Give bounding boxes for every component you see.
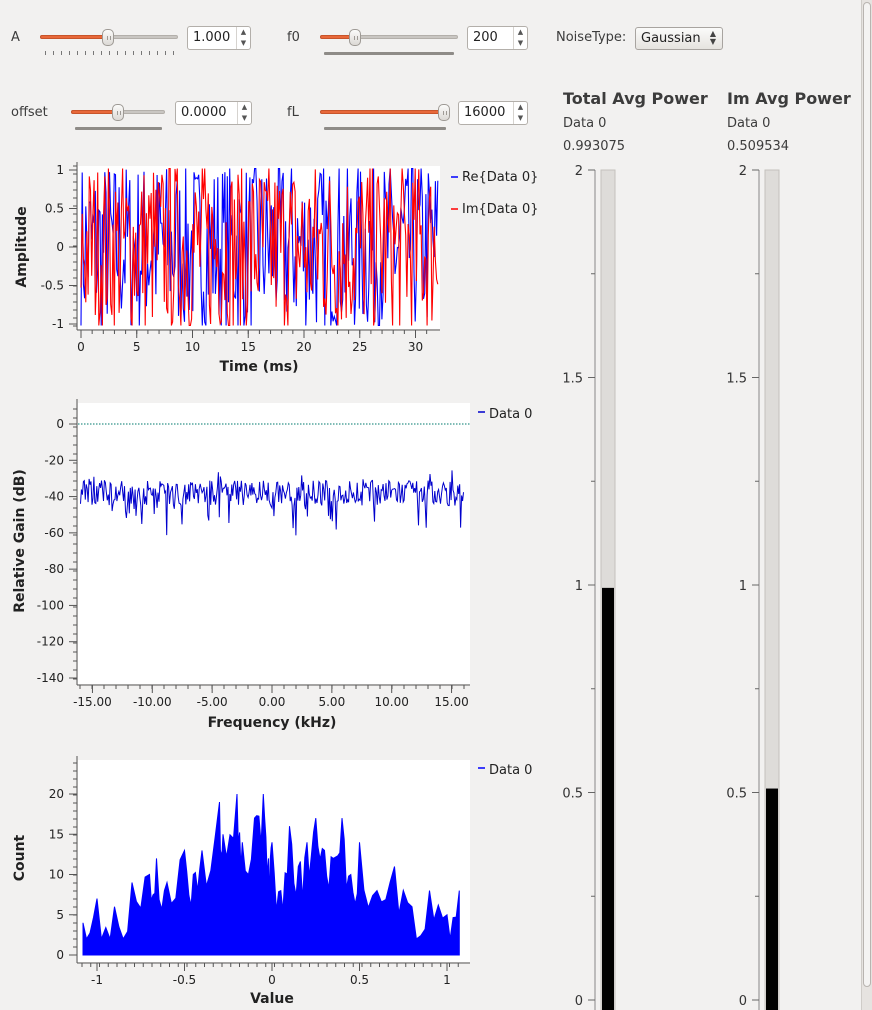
im-power-bar-tick-label: 0 [739, 994, 747, 1009]
total-power-bar-level-bar [602, 587, 614, 1010]
hist-plot-ytick-label: 20 [49, 787, 64, 801]
freq-plot-xtick-label: -15.00 [73, 695, 112, 709]
time-legend-re: Re{Data 0} [462, 170, 538, 185]
hist-plot-ytick-label: 10 [49, 868, 64, 882]
total-power-bar-tick-label: 1 [575, 579, 583, 594]
time-plot-xtick-label: 30 [408, 340, 423, 354]
freq-plot-xtick-label: 15.00 [434, 695, 468, 709]
time-plot-xtick-label: 10 [185, 340, 200, 354]
freq-plot-xlabel: Frequency (kHz) [208, 715, 337, 731]
im-power-bar-tick-label: 1 [739, 579, 747, 594]
freq-plot-bg [78, 403, 470, 684]
im-power-bar-tick-label: 0.5 [726, 787, 747, 802]
hist-plot-xtick-label: -0.5 [173, 973, 196, 987]
freq-plot-ytick-label: 0 [56, 417, 64, 431]
time-plot-ytick-label: -0.5 [41, 279, 64, 293]
time-plot-ytick-label: -1 [52, 317, 64, 331]
time-plot-xtick-label: 5 [133, 340, 141, 354]
hist-plot-ytick-label: 5 [56, 908, 64, 922]
plots-canvas: 10.50-0.5-10 5 10 15 20 25 30AmplitudeTime (ms… [12, 162, 780, 1010]
hist-plot-xlabel: Value [250, 991, 294, 1007]
time-plot-xtick-label: 25 [352, 340, 367, 354]
freq-plot-ytick-label: -80 [44, 562, 64, 576]
scrollbar-thumb[interactable] [863, 2, 871, 987]
freq-plot-xtick-label: -5.00 [197, 695, 228, 709]
total-power-bar-tick-label: 0.5 [562, 787, 583, 802]
time-plot-xtick-label: 0 [77, 340, 85, 354]
time-plot-ytick-label: 1 [56, 163, 64, 177]
freq-plot-ytick-label: -40 [44, 490, 64, 504]
hist-plot-xtick-label: -1 [91, 973, 103, 987]
freq-plot-ytick-label: -140 [37, 671, 64, 685]
freq-legend: Data 0 [489, 407, 532, 422]
freq-plot-xtick-label: 0.00 [259, 695, 286, 709]
total-power-bar-tick-label: 1.5 [562, 372, 583, 387]
time-plot-ytick-label: 0 [56, 240, 64, 254]
im-power-bar-tick-label: 1.5 [726, 372, 747, 387]
time-plot-ylabel: Amplitude [14, 206, 30, 287]
freq-plot-ytick-label: -20 [44, 453, 64, 467]
total-power-bar-tick-label: 2 [575, 164, 583, 179]
freq-plot-xtick-label: 10.00 [375, 695, 409, 709]
hist-plot-ytick-label: 0 [56, 948, 64, 962]
hist-plot-ytick-label: 15 [49, 827, 64, 841]
freq-plot-xtick-label: 5.00 [318, 695, 345, 709]
freq-plot-ytick-label: -60 [44, 526, 64, 540]
freq-plot-ylabel: Relative Gain (dB) [12, 469, 28, 613]
im-power-bar-tick-label: 2 [739, 164, 747, 179]
hist-plot-xtick-label: 0 [268, 973, 276, 987]
freq-plot-ytick-label: -120 [37, 635, 64, 649]
time-legend-im: Im{Data 0} [462, 202, 538, 217]
freq-plot-xtick-label: -10.00 [133, 695, 172, 709]
time-plot-xtick-label: 15 [241, 340, 256, 354]
time-plot-xtick-label: 20 [296, 340, 311, 354]
hist-plot-ylabel: Count [12, 834, 28, 881]
time-plot-ytick-label: 0.5 [45, 202, 64, 216]
total-power-bar-tick-label: 0 [575, 994, 583, 1009]
im-power-bar-level-bar [766, 788, 778, 1010]
hist-plot-xtick-label: 1 [443, 973, 451, 987]
freq-plot-ytick-label: -100 [37, 598, 64, 612]
hist-legend: Data 0 [489, 763, 532, 778]
hist-plot-xtick-label: 0.5 [350, 973, 369, 987]
time-plot-xlabel: Time (ms) [219, 359, 298, 375]
vertical-scrollbar[interactable] [861, 0, 872, 1010]
